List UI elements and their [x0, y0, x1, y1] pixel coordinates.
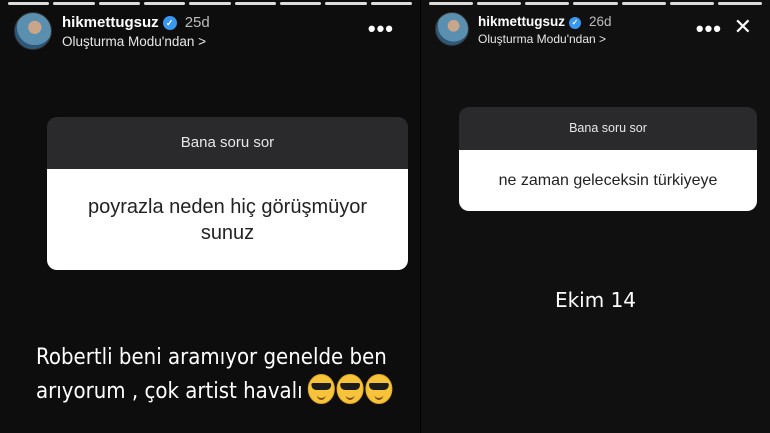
- story-panel-left[interactable]: hikmettugsuz ✓ 25d Oluşturma Modu'ndan > •…: [0, 0, 420, 433]
- progress-segment: [477, 2, 522, 5]
- progress-segment: [8, 2, 50, 5]
- progress-segment: [143, 2, 186, 5]
- progress-segment: [429, 2, 474, 5]
- progress-segment: [53, 2, 95, 5]
- story-header: hikmettugsuz ✓ 26d Oluşturma Modu'ndan > •…: [435, 12, 756, 52]
- username[interactable]: hikmettugsuz: [478, 14, 565, 29]
- sunglasses-emoji-icons: [308, 374, 394, 404]
- more-options-icon[interactable]: •••: [696, 18, 722, 40]
- story-progress-bar: [429, 2, 762, 5]
- caption-line-2-text: arıyorum , çok artist havalı: [36, 379, 303, 404]
- story-progress-bar: [8, 2, 412, 5]
- question-sticker-title: Bana soru sor: [459, 107, 757, 150]
- caption-line-1: Robertli beni aramıyor genelde ben: [36, 345, 387, 370]
- create-mode-link[interactable]: Oluşturma Modu'ndan >: [62, 34, 206, 49]
- close-icon[interactable]: ✕: [734, 16, 752, 38]
- progress-segment: [325, 2, 367, 5]
- progress-segment: [573, 2, 618, 5]
- progress-segment: [370, 2, 412, 5]
- question-sticker-text: ne zaman geleceksin türkiyeye: [459, 150, 757, 211]
- username-row[interactable]: hikmettugsuz ✓ 26d: [478, 14, 612, 29]
- time-ago: 25d: [184, 14, 210, 31]
- story-header: hikmettugsuz ✓ 25d Oluşturma Modu'ndan > •…: [14, 12, 406, 52]
- avatar[interactable]: [14, 12, 52, 50]
- story-caption: Robertli beni aramıyor genelde ben arıyo…: [36, 342, 393, 408]
- progress-segment: [525, 2, 570, 5]
- sunglasses-emoji-icon: [308, 374, 336, 404]
- time-ago: 26d: [589, 14, 612, 29]
- avatar[interactable]: [435, 12, 469, 46]
- progress-segment: [189, 2, 231, 5]
- question-sticker-text: poyrazla neden hiç görüşmüyor sunuz: [47, 169, 408, 270]
- question-sticker: Bana soru sor poyrazla neden hiç görüşmü…: [47, 117, 408, 270]
- more-options-icon[interactable]: •••: [368, 18, 394, 40]
- story-note: Ekim 14: [554, 288, 637, 312]
- question-sticker-title: Bana soru sor: [47, 117, 408, 169]
- verified-badge-icon: ✓: [569, 17, 582, 29]
- progress-segment: [98, 2, 140, 5]
- story-panel-right[interactable]: hikmettugsuz ✓ 26d Oluşturma Modu'ndan > •…: [421, 0, 770, 433]
- progress-segment: [234, 2, 276, 5]
- username[interactable]: hikmettugsuz: [62, 14, 159, 31]
- sunglasses-emoji-icon: [336, 374, 364, 404]
- username-row[interactable]: hikmettugsuz ✓ 25d: [62, 14, 210, 31]
- progress-segment: [621, 2, 666, 5]
- question-sticker: Bana soru sor ne zaman geleceksin türkiy…: [459, 107, 757, 211]
- progress-segment: [279, 2, 322, 5]
- progress-segment: [717, 2, 762, 5]
- caption-line-2: arıyorum , çok artist havalı: [36, 374, 393, 408]
- progress-segment: [669, 2, 714, 5]
- verified-badge-icon: ✓: [162, 16, 177, 30]
- create-mode-link[interactable]: Oluşturma Modu'ndan >: [478, 32, 606, 46]
- sunglasses-emoji-icon: [365, 374, 393, 404]
